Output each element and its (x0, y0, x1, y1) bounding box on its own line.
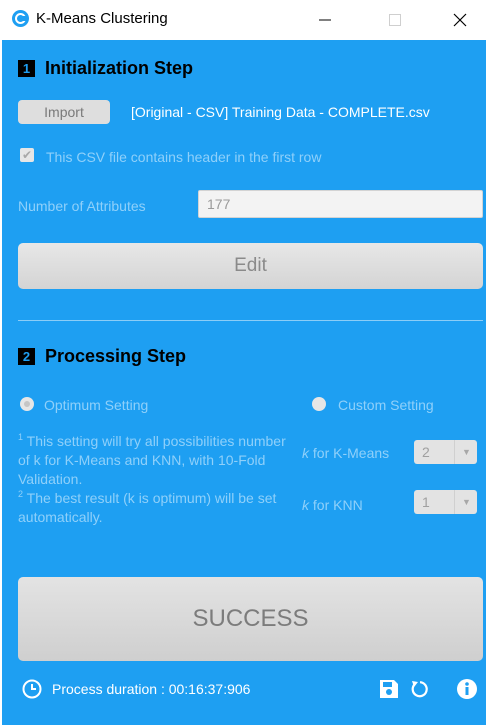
header-checkbox-label: This CSV file contains header in the fir… (46, 149, 322, 165)
info-icon (457, 679, 477, 699)
k-kmeans-value: 2 (422, 444, 430, 460)
note-1: 1 This setting will try all possibilitie… (18, 432, 286, 487)
clock-icon (22, 679, 42, 699)
file-name-label: [Original - CSV] Training Data - COMPLET… (131, 104, 430, 120)
radio-selected-dot (24, 401, 30, 407)
note-2: 2 The best result (k is optimum) will be… (18, 489, 277, 525)
k-kmeans-select[interactable]: 2 ▼ (414, 440, 477, 464)
maximize-button[interactable] (372, 5, 418, 35)
k-kmeans-label: k for K-Means (302, 445, 390, 461)
app-logo-icon (12, 10, 29, 27)
minimize-icon (319, 19, 331, 21)
reset-button[interactable] (408, 678, 430, 700)
processing-title: Processing Step (45, 346, 187, 366)
maximize-icon (389, 14, 401, 26)
initialization-heading: 1 Initialization Step (18, 58, 193, 79)
main-panel: 1 Initialization Step Import [Original -… (2, 40, 486, 725)
optimum-setting-notes: 1 This setting will try all possibilitie… (18, 432, 290, 527)
import-button[interactable]: Import (18, 100, 110, 124)
save-button[interactable] (378, 678, 400, 700)
initialization-title: Initialization Step (45, 58, 194, 78)
attributes-field[interactable]: 177 (198, 190, 483, 218)
step-number-badge: 2 (18, 348, 35, 365)
checkmark-icon: ✔ (21, 148, 33, 162)
header-checkbox[interactable]: ✔ (20, 148, 34, 162)
kmeans-window: K-Means Clustering 1 Initialization Step… (0, 0, 488, 725)
title-bar: K-Means Clustering (0, 0, 488, 40)
save-icon (380, 680, 398, 698)
edit-button[interactable]: Edit (18, 243, 483, 289)
success-button[interactable]: SUCCESS (18, 577, 483, 661)
k-knn-value: 1 (422, 494, 430, 510)
minimize-button[interactable] (302, 5, 348, 35)
optimum-setting-radio[interactable] (20, 397, 34, 411)
k-knn-label: k for KNN (302, 497, 363, 513)
process-duration-status: Process duration : 00:16:37:906 (22, 679, 250, 699)
k-knn-select[interactable]: 1 ▼ (414, 490, 477, 514)
process-duration-text: Process duration : 00:16:37:906 (52, 681, 251, 697)
close-button[interactable] (437, 5, 483, 35)
chevron-down-icon: ▼ (454, 440, 478, 464)
step-number-badge: 1 (18, 60, 35, 77)
optimum-setting-label: Optimum Setting (44, 397, 149, 413)
attributes-label: Number of Attributes (18, 198, 146, 214)
custom-setting-label: Custom Setting (338, 397, 434, 413)
processing-heading: 2 Processing Step (18, 346, 186, 367)
window-title: K-Means Clustering (36, 10, 168, 27)
section-divider (18, 320, 483, 321)
close-icon (453, 13, 467, 27)
reset-icon (411, 681, 428, 698)
info-button[interactable] (456, 678, 478, 700)
custom-setting-radio[interactable] (312, 397, 326, 411)
chevron-down-icon: ▼ (454, 490, 478, 514)
